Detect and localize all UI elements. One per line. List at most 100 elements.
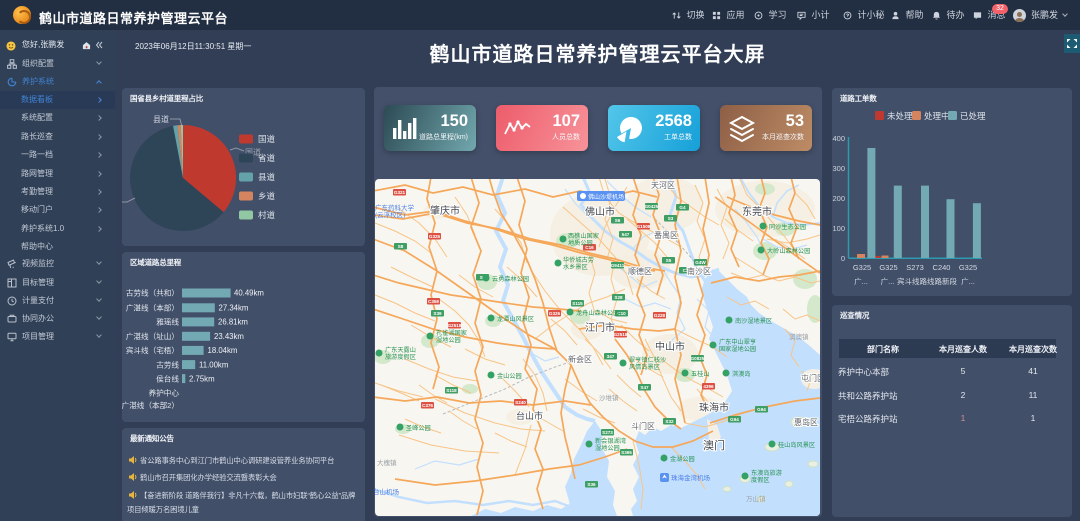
svg-text:圣峰公园: 圣峰公园 — [406, 424, 431, 432]
svg-text:G2518: G2518 — [614, 332, 628, 337]
svg-text:斗门区: 斗门区 — [631, 421, 655, 431]
svg-text:国道: 国道 — [258, 134, 276, 144]
svg-text:风情岛景区: 风情岛景区 — [629, 363, 660, 371]
svg-text:100: 100 — [832, 224, 845, 233]
svg-text:347: 347 — [607, 354, 615, 359]
svg-text:4396: 4396 — [703, 384, 714, 389]
svg-text:S115: S115 — [572, 301, 583, 306]
svg-text:台山机场: 台山机场 — [375, 487, 400, 496]
svg-text:湿地公园: 湿地公园 — [595, 444, 620, 452]
svg-text:S6: S6 — [615, 218, 621, 223]
svg-text:同沙生态公园: 同沙生态公园 — [769, 223, 806, 231]
svg-text:惠岛区: 惠岛区 — [794, 417, 818, 427]
svg-text:顺德区: 顺德区 — [628, 266, 652, 276]
svg-text:屯门区: 屯门区 — [801, 373, 820, 383]
svg-text:龙舟山森林公园: 龙舟山森林公园 — [576, 309, 619, 317]
svg-text:广湛线（本部2）: 广湛线（本部2） — [122, 400, 179, 410]
svg-text:400: 400 — [832, 134, 845, 143]
svg-text:S32: S32 — [665, 419, 674, 424]
svg-text:广湛线（本部）: 广湛线（本部） — [126, 303, 179, 313]
svg-text:国家湿地公园: 国家湿地公园 — [719, 345, 756, 353]
svg-text:古劳线: 古劳线 — [156, 359, 179, 369]
svg-text:广...: 广... — [854, 276, 868, 286]
svg-text:淇澳岛: 淇澳岛 — [732, 370, 751, 378]
svg-text:G94: G94 — [757, 407, 766, 412]
svg-text:旅游度假区: 旅游度假区 — [385, 353, 416, 361]
svg-text:S5: S5 — [666, 258, 672, 263]
svg-text:S36: S36 — [587, 482, 596, 487]
svg-text:S39: S39 — [433, 311, 442, 316]
svg-text:大岭山森林公园: 大岭山森林公园 — [767, 247, 810, 255]
svg-text:(云浮校区): (云浮校区) — [375, 210, 405, 219]
svg-text:乡道: 乡道 — [258, 191, 276, 201]
svg-text:桂山岛风景区: 桂山岛风景区 — [778, 441, 815, 449]
svg-text:沙堆镇: 沙堆镇 — [599, 393, 619, 402]
svg-text:肇庆市: 肇庆市 — [430, 204, 460, 217]
svg-text:养护中心: 养护中心 — [149, 388, 180, 398]
svg-text:S28: S28 — [614, 295, 623, 300]
svg-text:G325: G325 — [959, 263, 977, 272]
svg-text:S365: S365 — [621, 450, 632, 455]
svg-text:澳门: 澳门 — [703, 438, 725, 452]
svg-text:新会区: 新会区 — [568, 354, 592, 364]
svg-text:天河区: 天河区 — [651, 180, 675, 190]
svg-text:23.43km: 23.43km — [214, 332, 244, 341]
svg-text:新会银湖湾: 新会银湖湾 — [595, 437, 626, 445]
svg-text:S273: S273 — [602, 430, 613, 435]
svg-text:大槐镇: 大槐镇 — [377, 458, 397, 467]
svg-text:雅瑶线: 雅瑶线 — [156, 317, 179, 327]
svg-text:S47: S47 — [640, 385, 649, 390]
svg-text:已处理: 已处理 — [960, 111, 986, 121]
svg-text:侯台线: 侯台线 — [156, 373, 179, 383]
svg-text:G2518: G2518 — [448, 323, 462, 328]
svg-text:南沙湿地景区: 南沙湿地景区 — [735, 317, 772, 325]
svg-text:0: 0 — [841, 254, 845, 263]
svg-text:东莞市: 东莞市 — [742, 205, 772, 218]
svg-text:古劳线（共和）: 古劳线（共和） — [126, 288, 179, 298]
svg-text:孔雀湖国家: 孔雀湖国家 — [436, 329, 467, 337]
svg-text:佛山市: 佛山市 — [585, 205, 615, 218]
svg-text:26.81km: 26.81km — [218, 318, 248, 327]
svg-text:佛山沙堤机场: 佛山沙堤机场 — [588, 193, 624, 201]
svg-text:G9411: G9411 — [611, 263, 625, 268]
svg-text:G0825: G0825 — [691, 356, 705, 361]
svg-text:C376: C376 — [422, 403, 433, 408]
svg-text:18.04km: 18.04km — [208, 346, 238, 355]
svg-text:广...: 广... — [961, 276, 975, 286]
svg-text:未处理: 未处理 — [887, 111, 913, 121]
svg-text:水乡景区: 水乡景区 — [563, 263, 588, 271]
svg-text:G325: G325 — [879, 263, 897, 272]
svg-text:淇澳镇: 淇澳镇 — [789, 332, 809, 341]
svg-text:2.75km: 2.75km — [189, 374, 215, 383]
svg-text:云勇森林公园: 云勇森林公园 — [492, 275, 529, 283]
svg-text:万山镇: 万山镇 — [746, 494, 766, 503]
svg-text:台山市: 台山市 — [516, 410, 543, 421]
svg-text:东澳岛旅游: 东澳岛旅游 — [751, 469, 782, 477]
svg-text:S118: S118 — [446, 388, 457, 393]
svg-text:G0425: G0425 — [645, 204, 659, 209]
svg-text:村道: 村道 — [258, 210, 276, 220]
svg-text:省道: 省道 — [258, 153, 276, 163]
svg-text:珠海市: 珠海市 — [699, 401, 729, 414]
svg-text:宾斗线（宅梧）: 宾斗线（宅梧） — [126, 345, 179, 355]
svg-text:江门市: 江门市 — [585, 321, 615, 334]
svg-text:五桂山: 五桂山 — [691, 370, 710, 378]
svg-text:地质公园: 地质公园 — [568, 239, 593, 247]
svg-text:C240: C240 — [933, 263, 951, 272]
svg-text:S8: S8 — [398, 244, 404, 249]
svg-text:龙潭山风景区: 龙潭山风景区 — [497, 315, 534, 323]
svg-text:G326: G326 — [549, 311, 561, 316]
svg-text:G325: G325 — [853, 263, 871, 272]
svg-text:广东药科大学: 广东药科大学 — [375, 203, 415, 212]
svg-text:度假区: 度假区 — [751, 476, 770, 484]
svg-text:南沙区: 南沙区 — [687, 266, 711, 276]
svg-text:金湖公园: 金湖公园 — [670, 455, 695, 463]
svg-text:华侨城古劳: 华侨城古劳 — [563, 256, 594, 264]
svg-text:300: 300 — [832, 164, 845, 173]
svg-text:G228: G228 — [654, 313, 666, 318]
svg-text:湿地公园: 湿地公园 — [436, 336, 461, 344]
svg-text:C359: C359 — [428, 299, 439, 304]
svg-text:547: 547 — [622, 232, 630, 237]
svg-text:G4W: G4W — [695, 260, 706, 265]
svg-text:处理中: 处理中 — [924, 111, 950, 121]
